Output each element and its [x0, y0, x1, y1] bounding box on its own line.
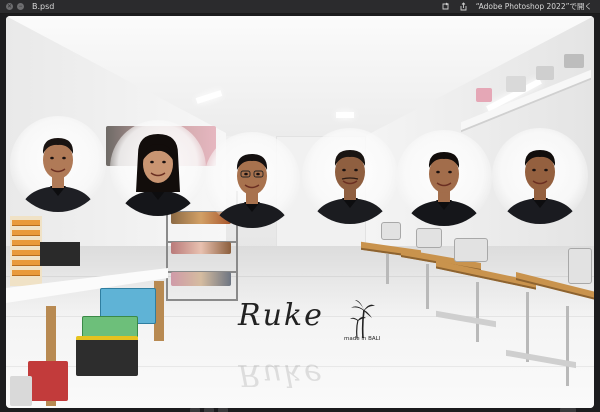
bottom-dock-strip: [0, 408, 600, 412]
bag: [10, 376, 32, 406]
sewing-machine: [381, 222, 401, 240]
ceiling-light: [336, 112, 354, 118]
rotate-icon[interactable]: [440, 1, 452, 13]
portrait-person-5: [396, 130, 492, 226]
minimize-icon[interactable]: −: [17, 3, 24, 10]
fabric-roll: [536, 66, 554, 80]
fabric-roll: [171, 242, 231, 254]
fabric-roll: [506, 76, 526, 92]
window-titlebar: ✕ − B.psd “Adobe Photoshop 2022”で開く: [0, 0, 600, 14]
red-bucket: [28, 361, 68, 401]
portrait-person-3: [204, 132, 300, 228]
window-filename: B.psd: [32, 2, 55, 11]
toolbox: [76, 336, 138, 376]
logo-text: Ruke: [238, 298, 324, 333]
fabric-roll: [564, 54, 584, 68]
portrait-person-6: [492, 128, 588, 224]
share-icon[interactable]: [458, 1, 470, 13]
window-controls: ✕ −: [6, 3, 24, 10]
image-preview: Ruke made in BALI Ruke: [6, 16, 594, 408]
portrait-person-2: [110, 120, 206, 216]
brand-logo: Ruke made in BALI: [228, 292, 381, 352]
sewing-machine: [568, 248, 592, 284]
close-icon[interactable]: ✕: [6, 3, 13, 10]
drawer-bins: [10, 216, 42, 286]
fabric-roll: [171, 272, 231, 286]
portrait-person-4: [302, 128, 398, 224]
portrait-person-1: [10, 116, 106, 212]
sewing-machine: [454, 238, 488, 262]
storage-box: [82, 316, 138, 338]
logo-subtext: made in BALI: [344, 336, 381, 342]
logo-reflection: Ruke: [238, 357, 324, 392]
open-with-app-button[interactable]: “Adobe Photoshop 2022”で開く: [476, 1, 592, 12]
sewing-machine: [416, 228, 442, 248]
tool-holder: [40, 242, 80, 266]
palm-tree-icon: [350, 300, 375, 338]
fabric-roll: [476, 88, 492, 102]
